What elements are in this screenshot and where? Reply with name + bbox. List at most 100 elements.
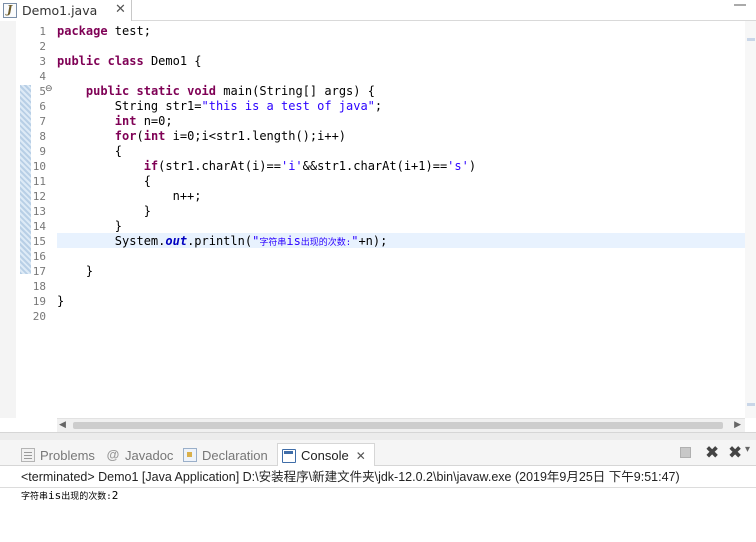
code-token: n++; [57,189,202,203]
java-file-icon: J [3,3,17,18]
terminate-icon[interactable] [680,447,691,458]
code-token: "this is a test of java" [201,99,375,113]
line-number: 2 [39,40,46,53]
code-token: (str1.charAt(i)== [158,159,281,173]
code-editor[interactable]: package test; public class Demo1 { public… [57,21,745,418]
panel-divider[interactable] [0,432,756,440]
tab-javadoc-label: Javadoc [125,447,174,463]
code-line[interactable]: n++; [57,189,202,204]
code-token: static [136,84,180,98]
code-line[interactable]: } [57,264,93,279]
line-number: 12 [32,190,46,203]
code-line[interactable]: } [57,294,64,309]
line-number: 19 [32,295,46,308]
overview-marker[interactable] [747,403,755,406]
tab-javadoc[interactable]: @ Javadoc [106,444,174,466]
code-token: String str1= [57,99,202,113]
line-number: 11 [32,175,46,188]
code-line[interactable]: { [57,174,151,189]
code-token: public [85,84,130,98]
console-output-text: is [48,489,62,502]
javadoc-icon: @ [106,447,120,462]
code-line[interactable]: int n=0; [57,114,173,129]
tab-declaration-label: Declaration [202,447,268,463]
minimize-icon[interactable] [734,4,746,6]
remove-all-terminated-icon[interactable]: ✖ [728,443,742,463]
code-token: } [57,264,94,278]
code-token: Demo1 { [143,54,202,68]
code-line[interactable]: String str1="this is a test of java"; [57,99,382,114]
code-token: ( [136,129,144,143]
code-token: } [57,204,151,218]
tab-problems[interactable]: Problems [21,444,95,466]
code-line[interactable]: if(str1.charAt(i)=='i'&&str1.charAt(i+1)… [57,159,476,174]
line-number: 9 [39,145,46,158]
fold-collapse-icon[interactable]: ⊖ [45,84,53,94]
line-number: 15 [32,235,46,248]
code-line[interactable]: public class Demo1 { [57,54,202,69]
code-line[interactable]: { [57,144,122,159]
code-line[interactable]: package test; [57,24,151,39]
code-token: is [286,234,301,248]
quick-diff-ruler [20,85,31,274]
console-status-line: <terminated> Demo1 [Java Application] D:… [0,466,756,488]
problems-icon [21,448,35,462]
code-token: out [165,234,188,248]
horizontal-scrollbar[interactable]: ◀ ▶ [57,418,745,432]
editor-tab-label: Demo1.java [22,3,98,18]
line-number: 6 [39,100,46,113]
console-output-value: 2 [111,489,119,502]
code-token: int [114,114,137,128]
code-token: } [57,294,65,308]
code-token: ; [374,99,383,113]
declaration-icon [183,448,197,462]
console-output-text: 出现的次数: [61,492,112,502]
code-token: { [57,174,151,188]
code-line[interactable]: public static void main(String[] args) { [57,84,375,99]
close-icon[interactable]: ✕ [356,449,366,463]
close-icon[interactable]: ✕ [115,2,126,17]
code-line[interactable]: } [57,219,122,234]
tab-console-label: Console [301,448,349,463]
code-token: 字符串 [259,238,287,248]
code-token: int [143,129,166,143]
code-token: &&str1.charAt(i+1)== [302,159,448,173]
line-number: 14 [32,220,46,233]
code-line[interactable]: } [57,204,151,219]
scroll-left-arrow-icon[interactable]: ◀ [59,420,66,430]
code-token: package [57,24,108,38]
code-line[interactable]: for(int i=0;i<str1.length();i++) [57,129,346,144]
tab-declaration[interactable]: Declaration [183,444,268,466]
code-token: if [143,159,159,173]
tab-console[interactable]: Console ✕ [277,443,375,467]
code-token: public [57,54,101,68]
code-token: 's' [447,159,469,173]
code-token: n=0; [136,114,173,128]
code-token: for [114,129,137,143]
line-number: 18 [32,280,46,293]
code-token: +n); [358,234,388,248]
line-number: 4 [39,70,46,83]
scrollbar-thumb[interactable] [73,422,723,429]
code-line[interactable]: System.out.println("字符串is出现的次数:"+n); [57,234,388,249]
overview-ruler[interactable] [745,21,756,418]
scroll-right-arrow-icon[interactable]: ▶ [734,420,741,430]
tab-demo1-java[interactable]: J Demo1.java ✕ [0,0,132,21]
remove-launch-icon[interactable]: ✖ [705,443,719,463]
code-token: test; [107,24,151,38]
overview-marker[interactable] [747,38,755,41]
console-icon [282,448,296,463]
vertical-ruler [0,21,16,418]
console-output[interactable]: 字符串is出现的次数:2 [0,488,756,542]
console-output-text: 字符串 [21,492,49,502]
code-token: class [107,54,144,68]
view-menu-icon[interactable]: ▾ [745,444,755,460]
line-number: 20 [32,310,46,323]
line-number: 10 [32,160,46,173]
code-token: void [187,84,216,98]
